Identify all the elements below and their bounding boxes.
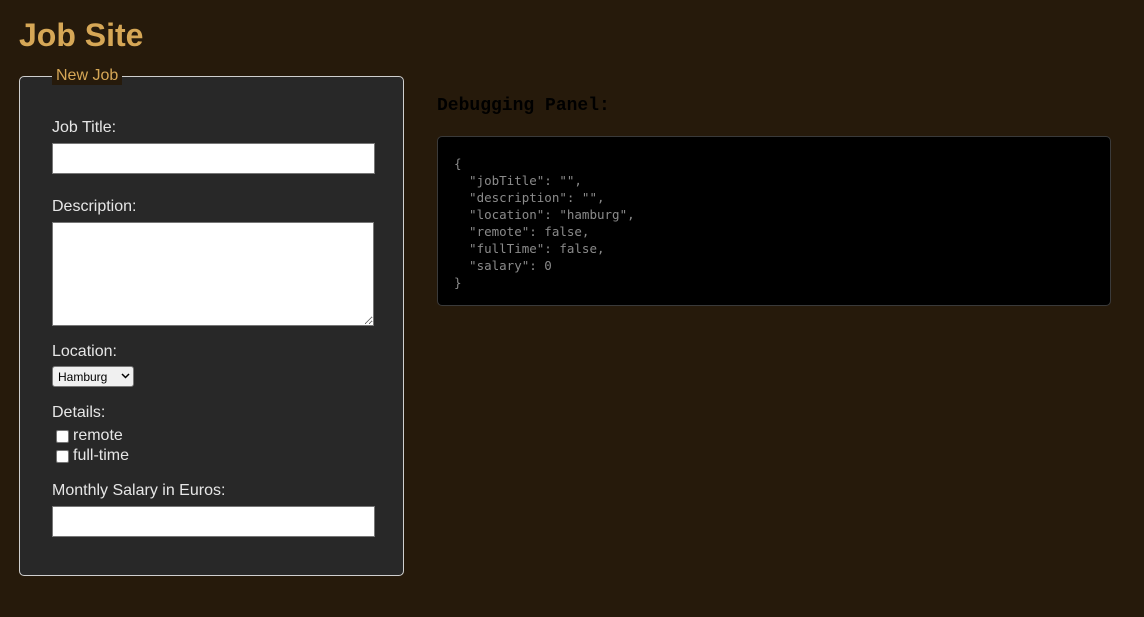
fulltime-label: full-time	[73, 447, 130, 464]
salary-input[interactable]	[52, 506, 375, 537]
debug-heading: Debugging Panel:	[437, 96, 610, 116]
description-label: Description:	[52, 198, 137, 215]
fulltime-option[interactable]: full-time	[56, 447, 129, 465]
job-title-label: Job Title:	[52, 119, 117, 136]
location-selected-value: Hamburg	[58, 369, 108, 384]
remote-option[interactable]: remote	[56, 427, 123, 445]
chevron-down-icon	[117, 366, 133, 387]
new-job-form: New Job Job Title: Description: Location…	[19, 67, 404, 576]
fulltime-checkbox[interactable]	[56, 449, 69, 463]
debug-json-panel: { "jobTitle": "", "description": "", "lo…	[437, 136, 1111, 306]
form-legend: New Job	[52, 67, 123, 85]
remote-checkbox[interactable]	[56, 429, 69, 443]
details-label: Details:	[52, 404, 106, 421]
location-select[interactable]: Hamburg	[52, 366, 134, 387]
location-label: Location:	[52, 343, 117, 360]
salary-label: Monthly Salary in Euros:	[52, 482, 226, 499]
description-textarea[interactable]	[52, 222, 374, 326]
page-title: Job Site	[19, 17, 144, 53]
remote-label: remote	[73, 427, 123, 444]
job-title-input[interactable]	[52, 143, 375, 174]
